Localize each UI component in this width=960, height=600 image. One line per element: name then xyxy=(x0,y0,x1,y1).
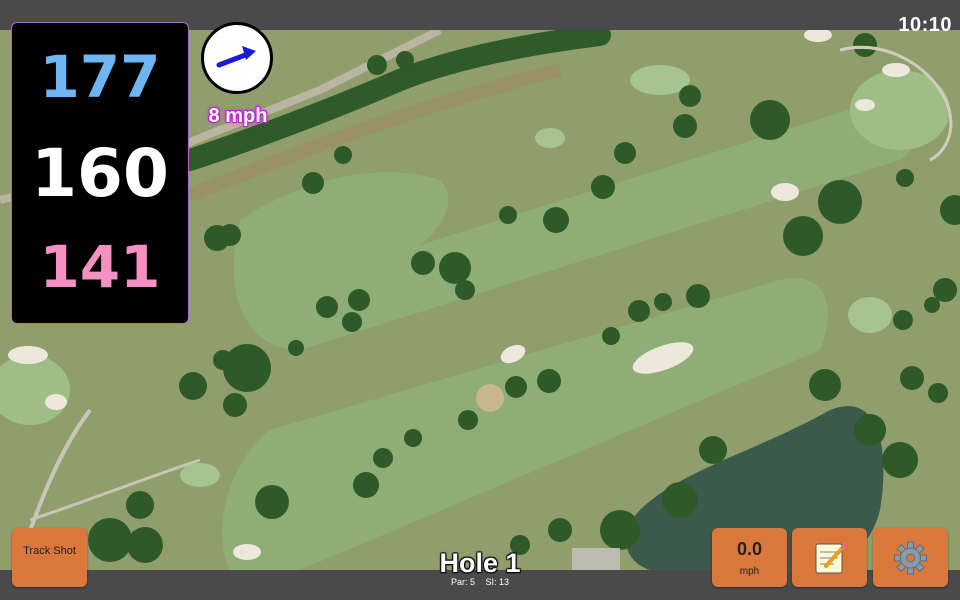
track-shot-label: Track Shot xyxy=(23,545,76,557)
hole-stroke-index: SI: 13 xyxy=(485,577,510,587)
hole-par: Par: 5 xyxy=(450,577,475,587)
speed-unit: mph xyxy=(739,566,760,577)
wind-speed-label: 8 mph xyxy=(208,105,268,127)
gear-icon xyxy=(894,541,927,575)
status-time: 10:10 xyxy=(898,14,952,36)
notes-button[interactable] xyxy=(792,528,867,587)
notepad-icon xyxy=(815,543,847,574)
wind-indicator xyxy=(201,22,273,94)
speed-value: 0.0 xyxy=(736,539,763,559)
speed-button[interactable]: 0.0 mph xyxy=(712,528,787,587)
front-distance: 141 xyxy=(39,233,161,301)
back-distance: 177 xyxy=(39,43,161,111)
arrow-right-icon xyxy=(216,46,256,68)
hole-title: Hole 1 xyxy=(439,548,521,578)
center-distance: 160 xyxy=(31,135,169,212)
settings-button[interactable] xyxy=(873,528,948,587)
distance-panel: 177 160 141 xyxy=(11,22,189,324)
hole-info: Par: 5 SI: 13 xyxy=(380,577,580,587)
track-shot-button[interactable]: Track Shot xyxy=(12,528,87,587)
